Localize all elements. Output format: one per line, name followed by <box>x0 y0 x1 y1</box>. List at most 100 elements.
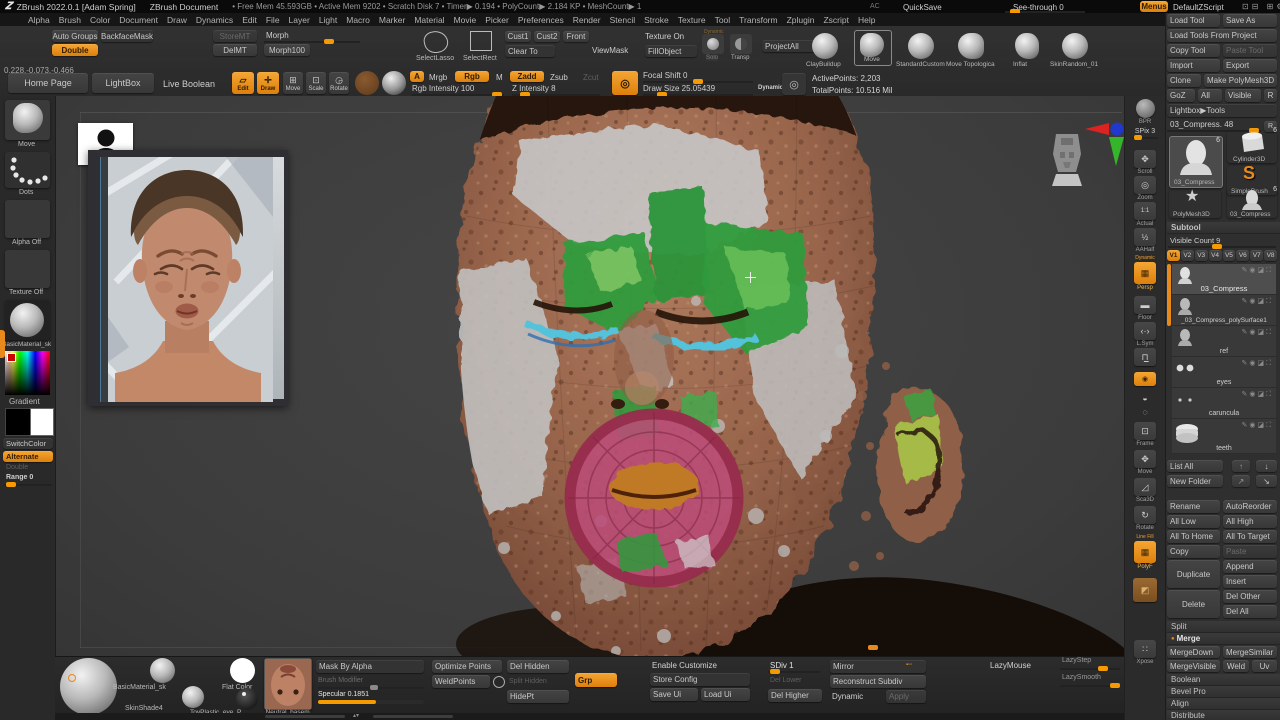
del-higher-button[interactable]: Del Higher <box>768 689 822 702</box>
morph-slider[interactable] <box>264 41 360 43</box>
rename-button[interactable]: Rename <box>1167 500 1220 513</box>
material-thumb[interactable] <box>5 300 50 340</box>
fill-object-button[interactable]: FillObject <box>645 45 697 57</box>
subtool-row-polysurface[interactable]: ✎◉◪⛶ _03_Compress_polySurface1 <box>1172 295 1276 326</box>
solo-button[interactable] <box>702 34 724 54</box>
lsym-button[interactable]: ‹·›L.Sym <box>1129 322 1161 347</box>
menu-render[interactable]: Render <box>573 15 601 25</box>
subtool-row-ref[interactable]: ✎◉◪⛶ ref <box>1172 326 1276 357</box>
split-section-header[interactable]: Split <box>1167 621 1280 633</box>
current-color-swatch[interactable] <box>355 71 379 95</box>
subtool-row-eyes[interactable]: ✎◉◪⛶ eyes <box>1172 357 1276 388</box>
goz-r-button[interactable]: R <box>1264 89 1277 102</box>
subtool-row-icons[interactable]: ✎◉◪⛶ <box>1242 359 1274 368</box>
duplicate-button[interactable]: Duplicate <box>1167 560 1220 588</box>
lazymouse-label[interactable]: LazyMouse <box>990 661 1031 670</box>
camera-head-widget[interactable] <box>1048 128 1086 188</box>
sidebar-divider-handle[interactable] <box>0 330 5 358</box>
lazystep-slider[interactable] <box>1060 668 1120 670</box>
menu-texture[interactable]: Texture <box>678 15 706 25</box>
save-as-button[interactable]: Save As <box>1223 14 1277 27</box>
clone-button[interactable]: Clone <box>1167 74 1201 87</box>
reconstruct-subdiv-button[interactable]: Reconstruct Subdiv <box>830 675 926 688</box>
insert-button[interactable]: Insert <box>1223 575 1277 588</box>
gradient-label[interactable]: Gradient <box>9 397 40 406</box>
menu-help[interactable]: Help <box>858 15 875 25</box>
import-button[interactable]: Import <box>1167 59 1220 72</box>
menu-brush[interactable]: Brush <box>59 15 81 25</box>
persp-button[interactable]: Dynamic ▦ Persp <box>1129 255 1161 291</box>
merge-section-header[interactable]: ● Merge <box>1167 633 1280 645</box>
auto-reorder-button[interactable]: AutoReorder <box>1223 500 1277 513</box>
brush-skinrandom-icon[interactable] <box>1062 33 1088 59</box>
lazystep-label[interactable]: LazyStep <box>1062 657 1091 664</box>
brush-modifier-label[interactable]: Brush Modifier <box>318 677 363 684</box>
tool-thumb-cylinder[interactable]: Cylinder3D 6 <box>1227 131 1277 163</box>
lazysmooth-slider[interactable] <box>1060 685 1120 687</box>
current-brush-thumb[interactable] <box>5 100 50 140</box>
hidept-button[interactable]: HidePt <box>507 690 569 703</box>
xpose-button[interactable]: ∷Xpose <box>1129 640 1161 665</box>
window-controls-icons[interactable]: ⊡⊟ ⊞⚙ ± ↗ × <box>1242 2 1280 11</box>
menu-marker[interactable]: Marker <box>379 15 405 25</box>
edit-mode-button[interactable]: ▱Edit <box>232 72 254 94</box>
dynamic-label[interactable]: Dynamic <box>758 85 783 91</box>
zadd-button[interactable]: Zadd <box>510 71 544 82</box>
polyf-button[interactable]: Line Fill ▦ PolyF <box>1129 534 1161 570</box>
a-button[interactable]: A <box>410 71 424 82</box>
goz-visible-button[interactable]: Visible <box>1225 89 1261 102</box>
front-button[interactable]: Front <box>563 31 589 42</box>
zsub-button[interactable]: Zsub <box>550 73 568 82</box>
menu-preferences[interactable]: Preferences <box>518 15 564 25</box>
auto-groups-button[interactable]: Auto Groups <box>52 30 98 42</box>
transp-button[interactable] <box>730 34 752 54</box>
view-mask-button[interactable]: ViewMask <box>592 46 628 55</box>
tab-v3[interactable]: V3 <box>1195 250 1208 261</box>
grp-toggle[interactable]: Grp <box>575 673 617 687</box>
paste-tool-button[interactable]: Paste Tool <box>1223 44 1277 57</box>
menu-stroke[interactable]: Stroke <box>644 15 669 25</box>
split-hidden-label[interactable]: Split Hidden <box>509 678 547 685</box>
folder-move-icon-button[interactable]: ↘ <box>1256 475 1277 487</box>
basicmaterial-thumb[interactable] <box>150 658 175 683</box>
toyplastic-thumb[interactable] <box>236 688 258 710</box>
zcut-button[interactable]: Zcut <box>583 73 599 82</box>
goz-all-button[interactable]: All <box>1198 89 1222 102</box>
backface-mask-button[interactable]: BackfaceMask <box>101 30 153 42</box>
load-tool-button[interactable]: Load Tool <box>1167 14 1220 27</box>
menu-movie[interactable]: Movie <box>454 15 477 25</box>
bottom-scrollbar-left[interactable] <box>265 715 345 718</box>
move-canvas-button[interactable]: ✥Move <box>1129 450 1161 475</box>
quicksave-button[interactable]: QuickSave <box>903 3 942 12</box>
morph100-button[interactable]: Morph100 <box>264 44 310 56</box>
specular-slider[interactable] <box>318 700 424 704</box>
del-mt-button[interactable]: DelMT <box>213 44 257 56</box>
subtool-row-icons[interactable]: ✎◉◪⛶ <box>1242 297 1274 306</box>
weld-button[interactable]: Weld <box>1223 660 1249 672</box>
store-mt-button[interactable]: StoreMT <box>213 30 257 42</box>
dynamic-bottom-label[interactable]: Dynamic <box>832 692 863 701</box>
menu-dynamics[interactable]: Dynamics <box>196 15 233 25</box>
skinshade-thumb[interactable] <box>182 686 204 708</box>
current-material-sphere[interactable] <box>382 71 406 95</box>
load-tools-from-project-button[interactable]: Load Tools From Project <box>1167 29 1277 42</box>
merge-down-button[interactable]: MergeDown <box>1167 646 1220 658</box>
scale-mode-button[interactable]: ⊡Scale <box>306 72 326 94</box>
lazysmooth-label[interactable]: LazySmooth <box>1062 674 1101 681</box>
live-boolean-button[interactable]: Live Boolean <box>163 79 215 89</box>
menu-color[interactable]: Color <box>90 15 110 25</box>
del-other-button[interactable]: Del Other <box>1223 590 1277 603</box>
export-button[interactable]: Export <box>1223 59 1277 72</box>
brush-standardcustom-icon[interactable] <box>908 33 934 59</box>
move-mode-button[interactable]: ⊞Move <box>283 72 303 94</box>
menu-document[interactable]: Document <box>119 15 158 25</box>
double-button[interactable]: Double <box>52 44 98 56</box>
misc-toggle-2[interactable]: ◌ <box>1129 406 1161 418</box>
misc-toggle-1[interactable]: ◒ <box>1129 392 1161 404</box>
subtool-header[interactable]: Subtool <box>1167 222 1280 234</box>
subtool-up-button[interactable]: ↑ <box>1232 460 1250 472</box>
tab-v4[interactable]: V4 <box>1209 250 1222 261</box>
gyro-toggle[interactable]: ◉ <box>1129 372 1161 386</box>
flatcolor-thumb[interactable] <box>230 658 255 683</box>
cust1-button[interactable]: Cust1 <box>505 31 531 42</box>
